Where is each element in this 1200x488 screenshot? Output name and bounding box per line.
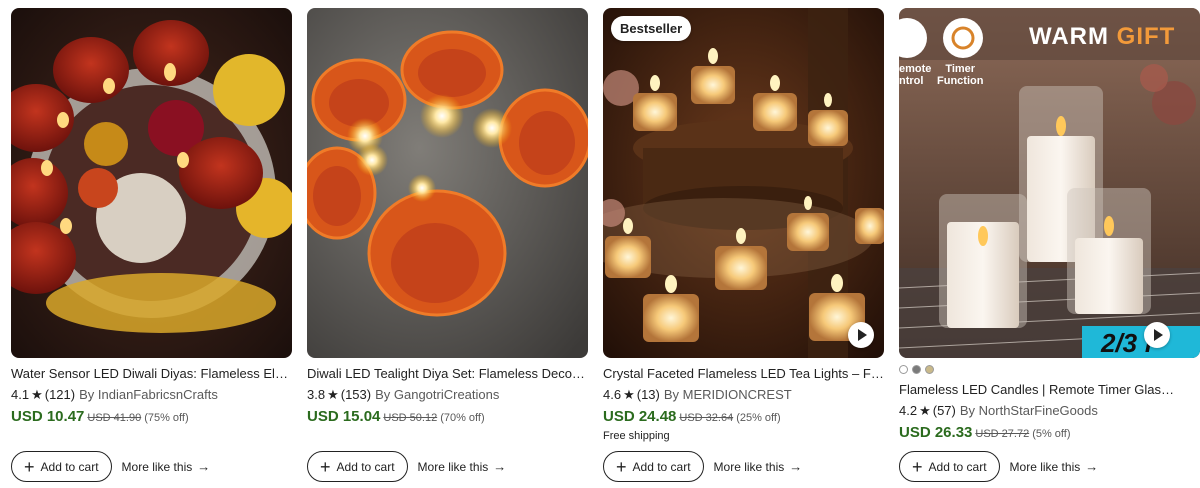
arrow-right-icon: → [789, 459, 803, 474]
star-icon: ★ [31, 387, 43, 402]
price-row: USD 15.04 USD 50.12 (70% off) [307, 408, 588, 425]
swatch-gold[interactable] [925, 364, 934, 374]
more-like-this-label: More like this [1009, 459, 1081, 474]
add-to-cart-label: Add to cart [336, 459, 395, 474]
rating-row: 3.8 ★ (153) By GangotriCreations [307, 387, 588, 403]
review-count: (13) [636, 387, 660, 402]
listing-image[interactable]: WARM GIFT emote ntrol Timer Function 2/3… [899, 8, 1200, 358]
overlay-remote-label: emote ntrol [899, 63, 932, 87]
card-actions: + Add to cart More like this → [899, 451, 1098, 482]
sale-price: USD 26.33 [899, 424, 973, 441]
listing-card: Diwali LED Tealight Diya Set: Flameless … [307, 8, 588, 488]
add-to-cart-label: Add to cart [928, 459, 987, 474]
rating-value: 4.1 [11, 387, 30, 402]
rating-row: 4.1 ★ (121) By IndianFabricsnCrafts [11, 387, 292, 403]
rating-value: 4.2 [899, 403, 918, 418]
swatch-grey[interactable] [912, 364, 921, 374]
play-video-button[interactable] [1144, 322, 1170, 348]
shop-name[interactable]: By NorthStarFineGoods [960, 403, 1098, 419]
original-price: USD 27.72 [975, 428, 1030, 440]
plus-icon: + [24, 456, 35, 477]
discount-label: (25% off) [736, 412, 781, 424]
price-row: USD 10.47 USD 41.90 (75% off) [11, 408, 292, 425]
play-video-button[interactable] [848, 322, 874, 348]
listing-image[interactable] [307, 8, 588, 358]
diya-plate-photo [11, 8, 292, 358]
discount-label: (5% off) [1032, 428, 1071, 440]
plus-icon: + [320, 456, 331, 477]
rating-row: 4.6 ★ (13) By MERIDIONCREST [603, 387, 884, 403]
arrow-right-icon: → [493, 459, 507, 474]
arrow-right-icon: → [1085, 459, 1099, 474]
original-price: USD 41.90 [87, 412, 142, 424]
play-icon [858, 329, 867, 341]
overlay-gift: GIFT [1116, 23, 1176, 50]
discount-label: (75% off) [144, 412, 189, 424]
star-icon: ★ [919, 403, 931, 418]
arrow-right-icon: → [197, 459, 211, 474]
free-shipping-label: Free shipping [603, 430, 670, 442]
card-actions: + Add to cart More like this → [307, 451, 506, 482]
sale-price: USD 24.48 [603, 408, 677, 425]
original-price: USD 50.12 [383, 412, 438, 424]
add-to-cart-button[interactable]: + Add to cart [603, 451, 704, 482]
plus-icon: + [616, 456, 627, 477]
listing-image[interactable]: Bestseller [603, 8, 884, 358]
more-like-this-link[interactable]: More like this → [1010, 459, 1099, 474]
add-to-cart-label: Add to cart [632, 459, 691, 474]
review-count: (121) [44, 387, 76, 402]
price-row: USD 24.48 USD 32.64 (25% off) [603, 408, 884, 425]
listing-card: WARM GIFT emote ntrol Timer Function 2/3… [899, 8, 1200, 488]
color-swatches [899, 364, 1200, 374]
rating-row: 4.2 ★ (57) By NorthStarFineGoods [899, 403, 1200, 419]
overlay-headline: WARM GIFT [1029, 23, 1175, 51]
listing-title[interactable]: Water Sensor LED Diwali Diyas: Flameless… [11, 366, 292, 382]
listing-card: Bestseller Crystal Faceted Flameless LED… [603, 8, 884, 488]
add-to-cart-button[interactable]: + Add to cart [307, 451, 408, 482]
add-to-cart-label: Add to cart [40, 459, 99, 474]
more-like-this-label: More like this [417, 459, 489, 474]
card-actions: + Add to cart More like this → [11, 451, 210, 482]
review-count: (57) [932, 403, 956, 418]
listing-title[interactable]: Diwali LED Tealight Diya Set: Flameless … [307, 366, 588, 382]
discount-label: (70% off) [440, 412, 485, 424]
swatch-white[interactable] [899, 364, 908, 374]
sale-price: USD 15.04 [307, 408, 381, 425]
listing-image[interactable] [11, 8, 292, 358]
star-icon: ★ [327, 387, 339, 402]
rating-value: 4.6 [603, 387, 622, 402]
play-icon [1154, 329, 1163, 341]
listing-title[interactable]: Flameless LED Candles | Remote Timer Gla… [899, 382, 1180, 398]
original-price: USD 32.64 [679, 412, 734, 424]
plus-icon: + [912, 456, 923, 477]
listing-card: Water Sensor LED Diwali Diyas: Flameless… [11, 8, 292, 488]
shop-name[interactable]: By MERIDIONCREST [664, 387, 792, 403]
sale-price: USD 10.47 [11, 408, 85, 425]
overlay-timer-label: Timer Function [937, 63, 984, 87]
listing-title[interactable]: Crystal Faceted Flameless LED Tea Lights… [603, 366, 884, 382]
glass-pillar-candles-photo [899, 8, 1200, 358]
price-row: USD 26.33 USD 27.72 (5% off) [899, 424, 1200, 441]
shop-name[interactable]: By IndianFabricsnCrafts [79, 387, 218, 403]
more-like-this-link[interactable]: More like this → [714, 459, 803, 474]
led-diya-photo [307, 8, 588, 358]
overlay-warm: WARM [1029, 23, 1109, 50]
shop-name[interactable]: By GangotriCreations [375, 387, 499, 403]
add-to-cart-button[interactable]: + Add to cart [899, 451, 1000, 482]
card-actions: + Add to cart More like this → [603, 451, 802, 482]
bestseller-badge: Bestseller [611, 16, 692, 41]
more-like-this-label: More like this [121, 459, 193, 474]
crystal-tealights-photo [603, 8, 884, 358]
star-icon: ★ [623, 387, 635, 402]
more-like-this-label: More like this [713, 459, 785, 474]
more-like-this-link[interactable]: More like this → [418, 459, 507, 474]
more-like-this-link[interactable]: More like this → [122, 459, 211, 474]
review-count: (153) [340, 387, 372, 402]
add-to-cart-button[interactable]: + Add to cart [11, 451, 112, 482]
rating-value: 3.8 [307, 387, 326, 402]
